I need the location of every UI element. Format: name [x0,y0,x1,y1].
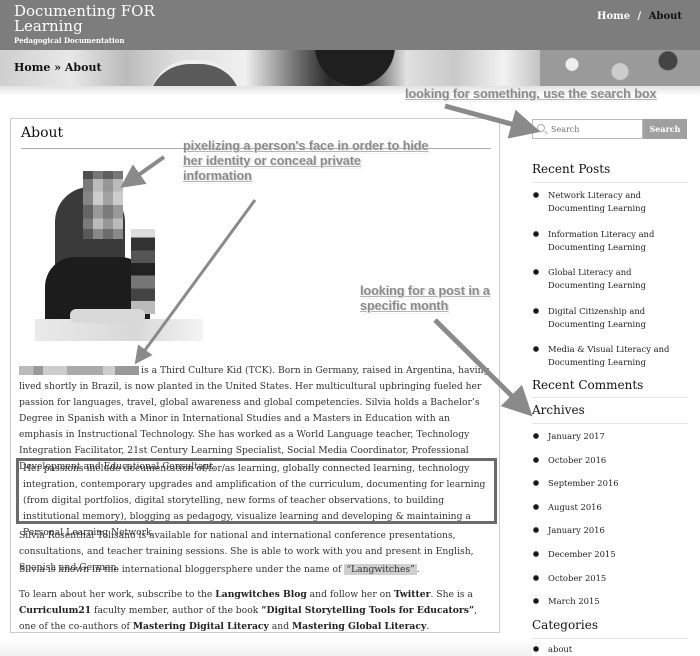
archive-link[interactable]: September 2016 [548,478,619,488]
category-item[interactable]: about [532,643,688,656]
page-title: About [21,125,64,141]
recent-comments-divider [532,397,688,398]
bullet-icon [533,503,539,510]
breadcrumb[interactable]: Home » About [14,61,102,74]
recent-post-item[interactable]: Global Literacy and Documenting Learning [532,266,688,292]
main-content: About is a Third Culture Kid (TCK). Born… [10,118,500,633]
p5-text-7: . [426,621,430,632]
annotation-archive: looking for a post in a specific month [360,284,490,313]
bullet-icon [533,527,539,534]
bullet-icon [533,269,539,275]
curriculum21-link[interactable]: Curriculum21 [19,605,91,616]
banner-person-shoulder [150,60,240,86]
bullet-icon [533,307,539,314]
bullet-icon [533,646,539,652]
archive-item[interactable]: August 2016 [532,501,688,514]
archives-title: Archives [532,403,585,417]
recent-posts-title: Recent Posts [532,162,611,176]
bullet-icon [533,346,539,352]
recent-post-link[interactable]: Media & Visual Literacy and Documenting … [548,344,669,367]
langwitches-blog-link[interactable]: Langwitches Blog [215,589,306,600]
archive-item[interactable]: December 2015 [532,548,688,561]
bio-paragraph-1-text: is a Third Culture Kid (TCK). Born in Ge… [19,365,490,472]
bullet-icon [533,433,539,439]
recent-post-item[interactable]: Information Literacy and Documenting Lea… [532,228,688,254]
archive-link[interactable]: October 2016 [548,455,606,465]
p5-text-6: and [268,621,292,632]
twitter-link[interactable]: Twitter [394,589,430,600]
search-input[interactable] [532,119,643,139]
recent-posts-divider [532,182,688,183]
langwitches-name: “Langwitches” [344,564,417,575]
recent-post-item[interactable]: Media & Visual Literacy and Documenting … [532,343,688,369]
blurred-name [19,366,139,375]
archive-item[interactable]: March 2015 [532,595,688,608]
book-link[interactable]: “Digital Storytelling Tools for Educator… [261,605,474,616]
bullet-icon [533,598,539,605]
bullet-icon [533,192,539,198]
annotation-face: pixelizing a person's face in order to h… [183,139,429,183]
annotation-search: looking for something, use the search bo… [405,87,657,101]
archive-link[interactable]: October 2015 [548,573,606,583]
nav-current-about[interactable]: About [649,11,682,22]
footer-fade [0,638,532,656]
recent-posts-list: Network Literacy and Documenting Learnin… [532,189,688,382]
archives-divider [532,423,688,424]
nav-separator: / [637,11,642,22]
bullet-icon [533,230,539,237]
recent-post-link[interactable]: Global Literacy and Documenting Learning [548,267,646,290]
bullet-icon [533,480,539,487]
top-nav: Home / About [593,11,682,22]
archive-link[interactable]: December 2015 [548,549,616,559]
search-icon [537,124,545,132]
p4-prefix: Silvia is known in the international blo… [19,564,345,575]
recent-post-item[interactable]: Digital Citizenship and Documenting Lear… [532,305,688,331]
recent-post-link[interactable]: Digital Citizenship and Documenting Lear… [548,306,646,329]
categories-list: about [532,643,688,656]
header-banner-image [0,50,700,86]
p4-suffix: . [416,564,420,575]
archive-link[interactable]: January 2016 [548,525,605,535]
profile-photo-pixelated [35,169,203,347]
archive-item[interactable]: October 2016 [532,454,688,467]
bio-paragraph-5: To learn about her work, subscribe to th… [19,587,495,635]
archive-link[interactable]: January 2017 [548,431,605,441]
pixelated-strip [131,229,155,314]
recent-comments-title: Recent Comments [532,378,644,392]
bio-paragraph-4: Silvia is known in the international blo… [19,562,495,578]
archive-link[interactable]: March 2015 [548,596,600,606]
p5-text-1: To learn about her work, subscribe to th… [19,589,216,600]
photo-arms [70,309,145,323]
mastering-digital-literacy-link[interactable]: Mastering Digital Literacy [133,621,269,632]
archive-link[interactable]: August 2016 [548,502,602,512]
archive-item[interactable]: October 2015 [532,572,688,585]
recent-post-link[interactable]: Network Literacy and Documenting Learnin… [548,190,646,213]
pixelated-face [83,171,123,239]
search-button[interactable]: Search [643,119,687,139]
site-title[interactable]: Documenting FOR Learning [14,4,214,34]
category-link[interactable]: about [548,644,572,654]
bullet-icon [533,456,539,463]
mastering-global-literacy-link[interactable]: Mastering Global Literacy [292,621,426,632]
recent-post-item[interactable]: Network Literacy and Documenting Learnin… [532,189,688,215]
site-tagline: Pedagogical Documentation [14,36,125,45]
nav-home-link[interactable]: Home [597,11,630,22]
archive-item[interactable]: January 2017 [532,430,688,443]
highlighted-passions-box: Her passions include documentation of/fo… [16,458,497,538]
categories-title: Categories [532,618,598,632]
banner-person-head [315,50,395,86]
recent-post-link[interactable]: Information Literacy and Documenting Lea… [548,229,654,252]
site-header: Documenting FOR Learning Pedagogical Doc… [0,0,700,50]
bullet-icon [533,574,539,581]
bullet-icon [533,550,539,557]
banner-foliage [540,50,700,86]
p5-text-4: faculty member, author of the book [91,605,262,616]
archive-item[interactable]: September 2016 [532,477,688,490]
archives-list: January 2017 October 2016 September 2016… [532,430,688,619]
archive-item[interactable]: January 2016 [532,524,688,537]
categories-divider [532,638,688,639]
p5-text-3: . She is a [430,589,473,600]
search-form: Search [532,119,687,139]
p5-text-2: and follow her on [306,589,395,600]
